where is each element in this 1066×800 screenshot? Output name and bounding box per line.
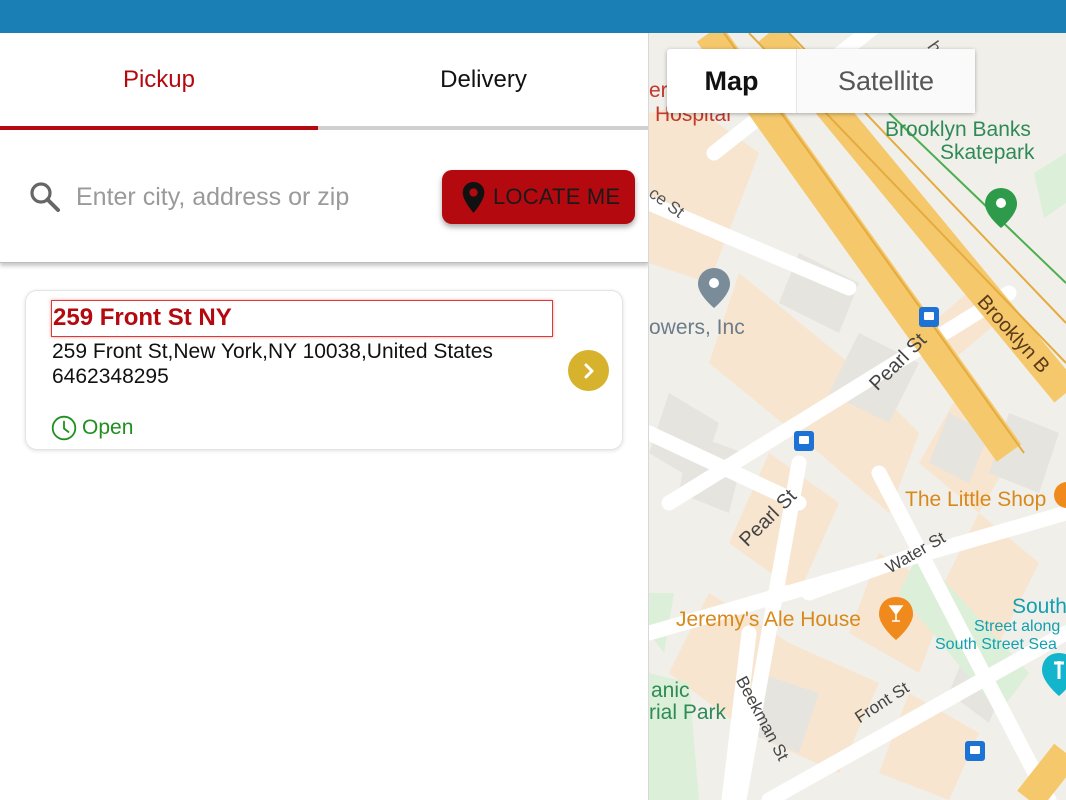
map-label-rial-park: rial Park (649, 701, 727, 724)
bus-stop-icon (965, 741, 985, 761)
locate-me-label: LOCATE ME (493, 184, 621, 209)
poi-pin-icon (698, 268, 730, 308)
store-details-button[interactable] (568, 350, 609, 391)
bus-stop-icon (919, 307, 939, 327)
map-label-brooklyn-banks: Brooklyn Banks (885, 118, 1031, 141)
map-label-towers: owers, Inc (649, 316, 745, 339)
map-type-satellite-button[interactable]: Satellite (796, 49, 975, 113)
search-bar: LOCATE ME (0, 133, 649, 263)
map-type-map-button[interactable]: Map (667, 49, 796, 113)
park-pin-icon (985, 188, 1017, 228)
shop-pin-icon (1054, 482, 1066, 508)
tab-delivery[interactable]: Delivery (318, 33, 649, 131)
chevron-right-icon (584, 363, 593, 378)
tab-pickup[interactable]: Pickup (0, 33, 318, 131)
store-locator-panel: Pickup Delivery LOCATE ME 259 Front St N… (0, 33, 649, 800)
search-icon (30, 182, 60, 212)
search-input[interactable] (76, 177, 416, 217)
status-label: Open (82, 416, 134, 439)
map-view[interactable]: Hospital er he Brooklyn Banks Skatepark … (649, 33, 1066, 800)
bus-stop-icon (794, 431, 814, 451)
attraction-pin-icon (1042, 653, 1066, 696)
store-card[interactable]: 259 Front St NY 259 Front St,New York,NY… (25, 290, 623, 450)
map-label-street-along: Street along (974, 618, 1061, 635)
map-label-jeremys: Jeremy's Ale House (676, 608, 861, 631)
store-phone: 6462348295 (52, 365, 169, 388)
clock-icon (51, 415, 77, 441)
map-label-anic: anic (651, 679, 690, 702)
store-name[interactable]: 259 Front St NY (51, 300, 553, 337)
top-bar (0, 0, 1066, 33)
map-label-skatepark: Skatepark (940, 141, 1035, 164)
map-label-little-shop: The Little Shop (905, 488, 1047, 511)
fulfillment-tabs: Pickup Delivery (0, 33, 649, 131)
store-address: 259 Front St,New York,NY 10038,United St… (52, 340, 493, 363)
map-label-er: er (649, 79, 668, 102)
map-type-toggle: Map Satellite (667, 49, 975, 113)
map-label-south: South (1012, 595, 1066, 618)
tab-active-indicator (0, 126, 318, 130)
locate-me-button[interactable]: LOCATE ME (442, 170, 635, 224)
store-status: Open (51, 415, 133, 441)
map-label-south-street-sea: South Street Sea (935, 636, 1057, 653)
location-pin-icon (462, 181, 485, 213)
